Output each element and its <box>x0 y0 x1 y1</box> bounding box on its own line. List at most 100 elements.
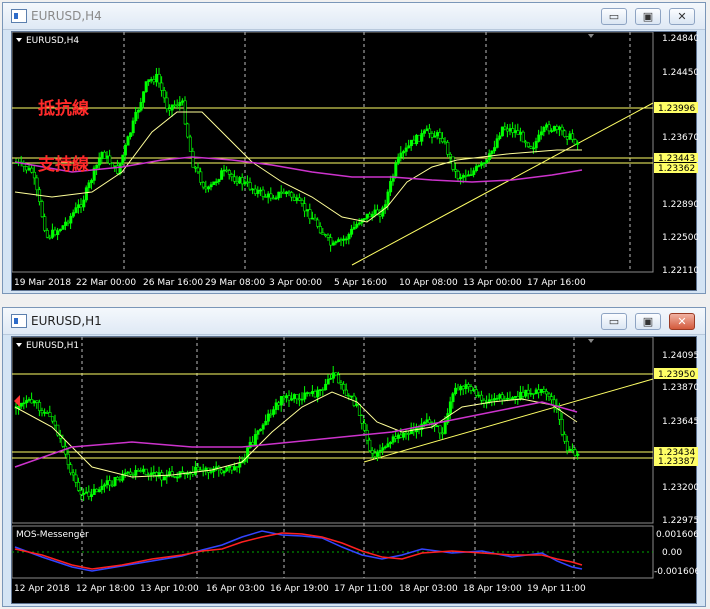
candle-body <box>425 419 429 423</box>
candle-body <box>532 147 536 150</box>
moving-average-fast <box>14 391 578 478</box>
price-tick: 1.23670 <box>662 133 698 143</box>
close-button[interactable]: ✕ <box>669 313 695 330</box>
candle-body <box>266 193 270 198</box>
restore-button[interactable]: ▣ <box>635 8 661 25</box>
candle-body <box>144 468 148 475</box>
candle-body <box>480 162 484 166</box>
candle-body <box>69 215 73 224</box>
resistance-annotation: 抵抗線 <box>38 98 89 119</box>
candle-body <box>264 196 268 198</box>
candle-body <box>480 394 484 401</box>
candle-body <box>467 174 471 177</box>
candle-body <box>108 480 112 486</box>
price-chart-h4[interactable]: EURUSD,H4 抵抗線 支持線 1.24840 1.24450 1.2367… <box>11 31 698 291</box>
candle-body <box>526 142 530 147</box>
time-tick: 17 Apr 11:00 <box>334 584 393 594</box>
candle-body <box>256 430 260 435</box>
candle-body <box>443 141 447 144</box>
candle-body <box>103 484 107 487</box>
restore-button[interactable]: ▣ <box>635 313 661 330</box>
indicator-tick: 0.001606 <box>656 530 698 540</box>
price-chart-h1-canvas[interactable]: EURUSD,H1 MOS-Messenger 1.24095 1.23870 … <box>12 337 698 603</box>
candle-body <box>331 372 335 379</box>
candle-body <box>441 432 445 435</box>
candle-body <box>347 395 351 397</box>
indicator-tick: 0.00 <box>662 548 682 558</box>
chart-window-h1[interactable]: EURUSD,H1 ▭ ▣ ✕ EURUSD,H1 MOS-Messenger … <box>2 307 706 607</box>
candle-body <box>537 389 541 393</box>
candle-body <box>261 189 265 197</box>
indicator-label: MOS-Messenger <box>16 530 89 540</box>
candle-body <box>545 391 549 395</box>
candle-body <box>542 388 546 392</box>
candle-body <box>134 470 138 476</box>
candle-body <box>149 472 153 476</box>
candle-body <box>407 145 411 149</box>
candle-body <box>71 472 75 476</box>
candle-body <box>448 401 452 414</box>
candle-body <box>316 389 320 398</box>
candle-body <box>334 241 338 244</box>
candle-body <box>521 391 525 397</box>
price-chart-h4-canvas[interactable]: EURUSD,H4 抵抗線 支持線 1.24840 1.24450 1.2367… <box>12 32 698 290</box>
candle-body <box>152 472 156 474</box>
candle-body <box>269 193 273 199</box>
window-titlebar[interactable]: EURUSD,H4 ▭ ▣ ✕ <box>3 3 705 30</box>
candle-body <box>498 394 502 399</box>
candle-body <box>363 423 367 431</box>
candle-body <box>165 97 169 109</box>
minimize-button[interactable]: ▭ <box>601 8 627 25</box>
uptrend-line[interactable] <box>363 378 654 463</box>
candle-body <box>295 394 299 400</box>
close-button[interactable]: ✕ <box>669 8 695 25</box>
chart-menu-icon[interactable] <box>16 38 22 42</box>
candle-body <box>74 474 78 483</box>
candle-body <box>368 213 372 218</box>
restore-icon: ▣ <box>642 10 654 23</box>
window-title: EURUSD,H1 <box>31 314 102 328</box>
price-chart-h1[interactable]: EURUSD,H1 MOS-Messenger 1.24095 1.23870 … <box>11 336 698 604</box>
time-tick: 16 Apr 19:00 <box>270 584 329 594</box>
candle-body <box>370 214 374 218</box>
candle-body <box>95 164 99 169</box>
chart-menu-icon[interactable] <box>16 343 22 347</box>
candle-body <box>415 134 419 145</box>
time-tick: 13 Apr 00:00 <box>463 278 522 288</box>
candle-body <box>129 471 133 475</box>
candle-body <box>279 396 283 406</box>
price-axis: 1.24840 1.24450 1.23670 1.23280 1.22890 … <box>654 34 698 276</box>
minimize-icon: ▭ <box>608 10 620 23</box>
candle-body <box>149 79 153 81</box>
candle-body <box>563 130 567 138</box>
candle-body <box>441 138 445 143</box>
candle-body <box>66 221 70 224</box>
minimize-button[interactable]: ▭ <box>601 313 627 330</box>
chart-window-h4[interactable]: EURUSD,H4 ▭ ▣ ✕ EURUSD,H4 抵抗線 支持線 1.2484… <box>2 2 706 294</box>
candle-body <box>542 126 546 133</box>
candle-body <box>259 189 263 192</box>
candle-body <box>511 397 515 400</box>
candle-body <box>142 468 146 472</box>
candle-body <box>318 389 322 391</box>
candle-body <box>573 139 577 145</box>
candle-body <box>43 412 47 414</box>
candle-body <box>295 197 299 201</box>
candle-body <box>506 128 510 132</box>
candle-body <box>383 446 387 449</box>
candle-body <box>261 424 265 430</box>
candle-body <box>394 163 398 177</box>
price-tick: 1.22975 <box>662 516 698 526</box>
candle-body <box>519 131 523 135</box>
price-tag-text: 1.23362 <box>658 164 695 174</box>
time-tick: 29 Mar 08:00 <box>205 278 265 288</box>
candle-body <box>529 146 533 149</box>
candle-body <box>399 152 403 158</box>
window-titlebar[interactable]: EURUSD,H1 ▭ ▣ ✕ <box>3 308 705 335</box>
time-tick: 12 Apr 18:00 <box>76 584 135 594</box>
candle-body <box>477 394 481 397</box>
candle-body <box>222 169 226 172</box>
candle-body <box>500 394 504 400</box>
candle-body <box>519 391 523 400</box>
candle-body <box>238 462 242 468</box>
